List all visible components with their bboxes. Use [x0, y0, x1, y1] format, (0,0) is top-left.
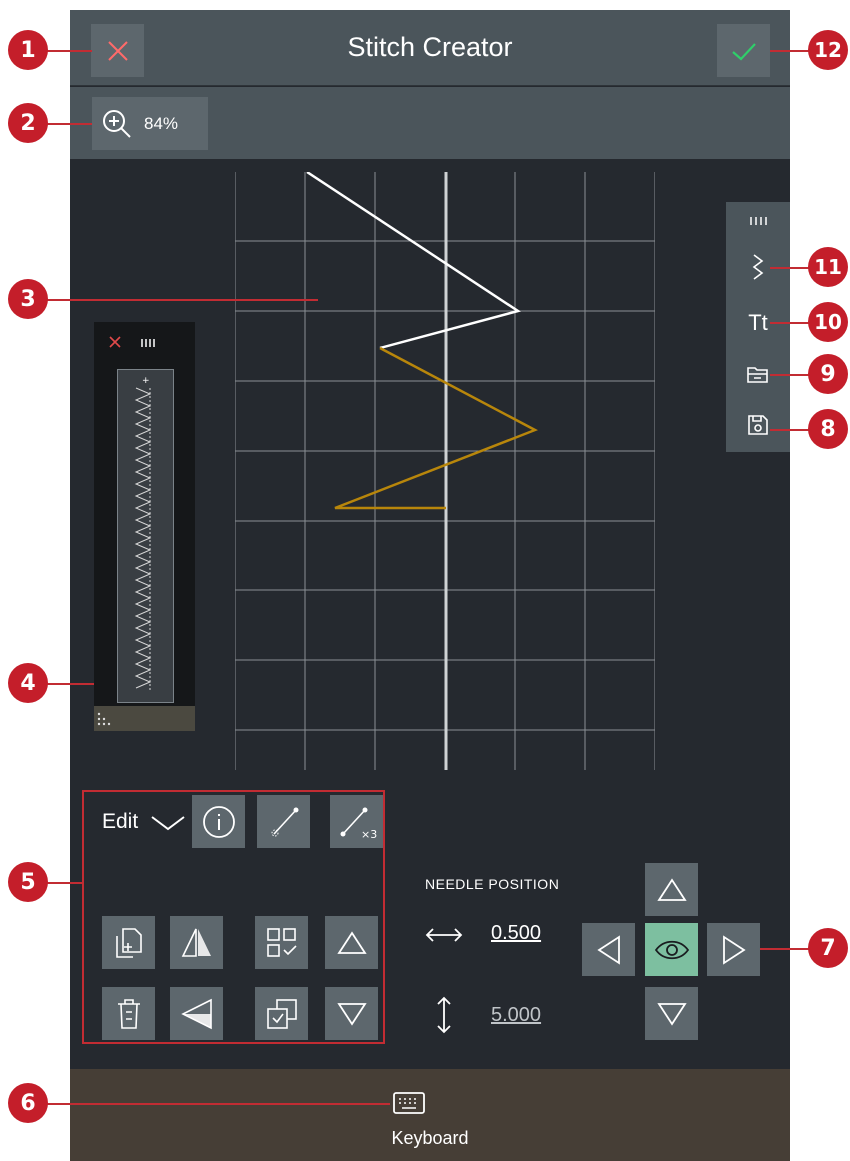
dpad-up-button[interactable]: [645, 863, 698, 916]
callout-3: 3: [8, 279, 48, 319]
mirror-end-button[interactable]: [170, 987, 223, 1040]
chevron-down-icon: [151, 816, 185, 831]
callout-11: 11: [808, 247, 848, 287]
cancel-button[interactable]: [91, 24, 144, 77]
callout-line: [42, 882, 84, 884]
close-icon: [107, 40, 128, 61]
select-all-icon: [266, 927, 297, 957]
up-arrow-icon: [656, 877, 687, 901]
preview-button[interactable]: [645, 923, 698, 976]
text-icon: Tt: [748, 310, 768, 335]
edit-dropdown[interactable]: Edit: [102, 810, 186, 834]
duplicate-button[interactable]: [102, 916, 155, 969]
callout-line: [770, 374, 810, 376]
select-all-button[interactable]: [255, 916, 308, 969]
callout-1: 1: [8, 30, 48, 70]
callout-line: [770, 267, 810, 269]
delete-icon: [117, 998, 140, 1029]
grip-dots-icon: [97, 712, 111, 726]
svg-text:×3: ×3: [361, 828, 377, 840]
folder-icon: [747, 367, 768, 383]
close-icon[interactable]: [108, 335, 122, 349]
callout-7: 7: [808, 928, 848, 968]
callout-line: [42, 50, 92, 52]
zigzag-preview: +: [134, 376, 152, 690]
multi-select-icon: [266, 998, 297, 1029]
horizontal-position-value[interactable]: 0.500: [491, 922, 541, 945]
callout-2: 2: [8, 103, 48, 143]
callout-line: [42, 299, 318, 301]
mirror-end-icon: [180, 998, 212, 1029]
zoom-in-icon: [103, 109, 131, 138]
right-arrow-icon: [722, 934, 746, 965]
stitch-grid[interactable]: [235, 172, 655, 770]
callout-12: 12: [808, 30, 848, 70]
delete-button[interactable]: [102, 987, 155, 1040]
mirror-side-button[interactable]: [170, 916, 223, 969]
callout-4: 4: [8, 663, 48, 703]
keyboard-icon[interactable]: [392, 1091, 426, 1115]
triple-stitch-icon: ×3: [340, 807, 377, 840]
bars-icon[interactable]: [140, 337, 158, 349]
single-stitch-icon: [271, 807, 298, 836]
callout-6: 6: [8, 1083, 48, 1123]
eye-icon: [654, 940, 689, 959]
move-down-button[interactable]: [325, 987, 378, 1040]
multi-select-button[interactable]: [255, 987, 308, 1040]
left-arrow-icon: [596, 934, 620, 965]
callout-line: [770, 50, 810, 52]
check-icon: [731, 42, 756, 61]
callout-9: 9: [808, 354, 848, 394]
down-arrow-icon: [656, 1002, 687, 1026]
dpad-left-button[interactable]: [582, 923, 635, 976]
bars-button[interactable]: [726, 203, 790, 239]
overview-footer[interactable]: [94, 706, 195, 731]
save-button[interactable]: [726, 400, 790, 450]
callout-line: [770, 429, 810, 431]
down-arrow-icon: [336, 1002, 367, 1026]
confirm-button[interactable]: [717, 24, 770, 77]
callout-8: 8: [808, 409, 848, 449]
keyboard-label[interactable]: Keyboard: [70, 1128, 790, 1149]
edit-label: Edit: [102, 810, 139, 833]
svg-text:+: +: [142, 376, 150, 386]
callout-line: [770, 322, 810, 324]
page-title: Stitch Creator: [347, 32, 513, 62]
save-icon: [748, 415, 768, 435]
zoom-level: 84%: [144, 113, 179, 133]
callout-line: [42, 123, 92, 125]
info-button[interactable]: [192, 795, 245, 848]
up-arrow-icon: [336, 930, 367, 954]
dpad-right-button[interactable]: [707, 923, 760, 976]
info-icon: [202, 805, 235, 838]
zigzag-icon: [752, 254, 764, 280]
callout-line: [760, 948, 810, 950]
needle-position-label: NEEDLE POSITION: [425, 876, 560, 892]
bars-icon: [750, 217, 767, 225]
callout-5: 5: [8, 862, 48, 902]
callout-10: 10: [808, 302, 848, 342]
mirror-side-icon: [181, 928, 211, 957]
duplicate-icon: [115, 927, 142, 958]
zoom-button[interactable]: 84%: [92, 97, 208, 150]
horizontal-arrow-icon: [425, 928, 463, 942]
callout-line: [42, 683, 94, 685]
vertical-arrow-icon: [437, 996, 451, 1034]
callout-line: [42, 1103, 390, 1105]
dpad-down-button[interactable]: [645, 987, 698, 1040]
triple-stitch-button[interactable]: ×3: [330, 795, 383, 848]
single-stitch-button[interactable]: [257, 795, 310, 848]
vertical-position-value[interactable]: 5.000: [491, 1004, 541, 1027]
move-up-button[interactable]: [325, 916, 378, 969]
